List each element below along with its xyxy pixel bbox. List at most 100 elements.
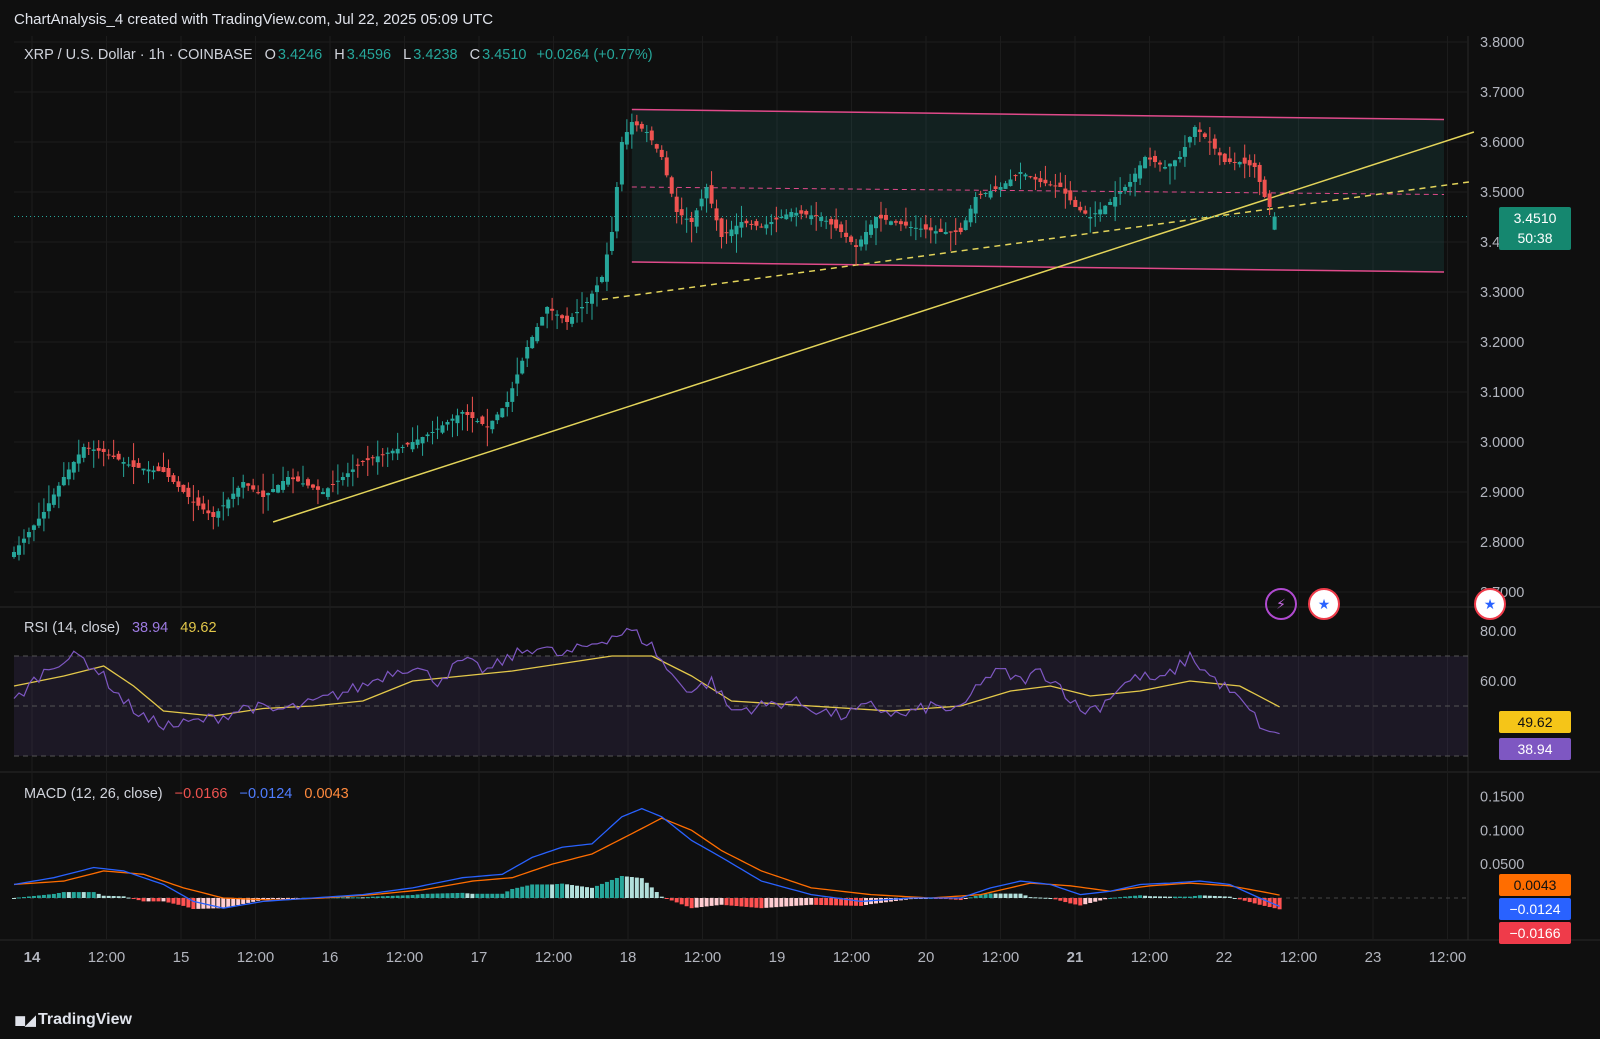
macd-hist-value: −0.0166 <box>174 786 228 802</box>
macd-histogram-bar <box>470 893 475 898</box>
macd-histogram-bar <box>1242 898 1247 901</box>
candle-body <box>575 312 580 314</box>
change-value: +0.0264 (+0.77%) <box>536 47 653 63</box>
macd-histogram-bar <box>624 876 629 898</box>
macd-histogram-bar <box>66 892 71 898</box>
candle-body <box>774 217 779 220</box>
macd-histogram-bar <box>1123 896 1128 898</box>
macd-histogram-bar <box>664 898 669 899</box>
candle-body <box>928 227 933 231</box>
macd-histogram-bar <box>206 898 211 909</box>
candle-body <box>16 545 21 555</box>
time-tick-label: 12:00 <box>386 949 424 966</box>
macd-histogram-bar <box>714 898 719 906</box>
candle-body <box>943 232 948 235</box>
macd-histogram-bar <box>86 892 91 898</box>
macd-histogram-bar <box>1187 896 1192 898</box>
macd-histogram-bar <box>101 895 106 898</box>
candle-body <box>694 210 699 227</box>
macd-histogram-bar <box>91 892 96 898</box>
candle-body <box>266 493 271 496</box>
macd-histogram-bar <box>789 898 794 907</box>
close-label: C <box>469 47 481 63</box>
macd-label[interactable]: MACD (12, 26, close) <box>24 786 163 802</box>
macd-histogram-bar <box>71 892 76 898</box>
macd-histogram-bar <box>769 898 774 908</box>
candle-body <box>226 499 231 509</box>
price-chart[interactable]: 3.80003.70003.60003.50003.40003.30003.20… <box>0 0 1600 1008</box>
macd-histogram-bar <box>450 893 455 898</box>
candle-body <box>1083 210 1088 214</box>
macd-histogram-bar <box>171 898 176 904</box>
candle-body <box>136 462 141 468</box>
candle-body <box>649 130 654 141</box>
candle-body <box>998 187 1003 190</box>
candle-body <box>196 497 201 506</box>
candle-body <box>993 186 998 189</box>
candle-body <box>1013 175 1018 177</box>
candle-body <box>430 432 435 433</box>
candle-body <box>425 434 430 437</box>
macd-histogram-bar <box>36 895 41 898</box>
candle-body <box>1187 137 1192 143</box>
flash-event-icon[interactable]: ⚡ <box>1265 588 1297 620</box>
us-flag-event-icon[interactable]: ★ <box>1308 588 1340 620</box>
candle-body <box>12 552 16 557</box>
macd-histogram-bar <box>370 896 375 898</box>
macd-histogram-bar <box>1118 897 1123 899</box>
macd-histogram-bar <box>570 885 575 898</box>
candle-body <box>530 337 535 349</box>
candle-body <box>445 422 450 425</box>
candle-body <box>983 193 988 194</box>
candle-body <box>420 437 425 444</box>
candle-body <box>281 481 286 490</box>
macd-histogram-bar <box>136 898 141 901</box>
rsi-label[interactable]: RSI (14, close) <box>24 620 120 636</box>
candle-body <box>166 467 171 477</box>
low-label: L <box>403 47 412 63</box>
macd-histogram-bar <box>764 898 769 908</box>
symbol-label[interactable]: XRP / U.S. Dollar · 1h · COINBASE <box>24 47 253 63</box>
time-tick-label: 12:00 <box>1429 949 1467 966</box>
candle-body <box>594 285 599 293</box>
us-flag-event-icon[interactable]: ★ <box>1474 588 1506 620</box>
candle-body <box>475 421 480 422</box>
candle-body <box>714 208 719 221</box>
macd-histogram-bar <box>1197 895 1202 898</box>
macd-histogram-bar <box>654 892 659 898</box>
macd-histogram-bar <box>545 884 550 898</box>
macd-histogram-bar <box>221 898 226 909</box>
candle-body <box>1008 179 1013 187</box>
candle-body <box>91 449 96 451</box>
candle-body <box>1023 174 1028 177</box>
candle-body <box>1153 156 1158 162</box>
macd-histogram-bar <box>380 896 385 898</box>
candle-body <box>291 477 296 480</box>
candle-body <box>271 489 276 492</box>
candle-body <box>1202 133 1207 137</box>
candle-body <box>181 484 186 492</box>
candle-body <box>784 214 789 220</box>
macd-histogram-bar <box>1177 896 1182 898</box>
macd-histogram-bar <box>784 898 789 907</box>
candle-body <box>1257 164 1262 182</box>
macd-histogram-bar <box>161 898 166 902</box>
macd-histogram-bar <box>405 895 410 898</box>
time-tick-label: 12:00 <box>684 949 722 966</box>
candle-body <box>485 426 490 428</box>
macd-histogram-bar <box>983 894 988 898</box>
macd-histogram-bar <box>614 877 619 898</box>
time-tick-label: 12:00 <box>833 949 871 966</box>
candle-body <box>31 525 36 530</box>
tradingview-watermark[interactable]: ◼◢ TradingView <box>14 1011 132 1029</box>
macd-histogram-bar <box>51 893 56 898</box>
candle-body <box>1063 188 1068 194</box>
macd-histogram-bar <box>440 893 445 898</box>
candle-body <box>1267 193 1272 207</box>
macd-histogram-bar <box>191 898 196 910</box>
candle-body <box>699 198 704 207</box>
last-price: 3.4510 <box>1513 210 1557 226</box>
candle-body <box>345 473 350 478</box>
candle-body <box>684 218 689 220</box>
candle-body <box>619 142 624 185</box>
